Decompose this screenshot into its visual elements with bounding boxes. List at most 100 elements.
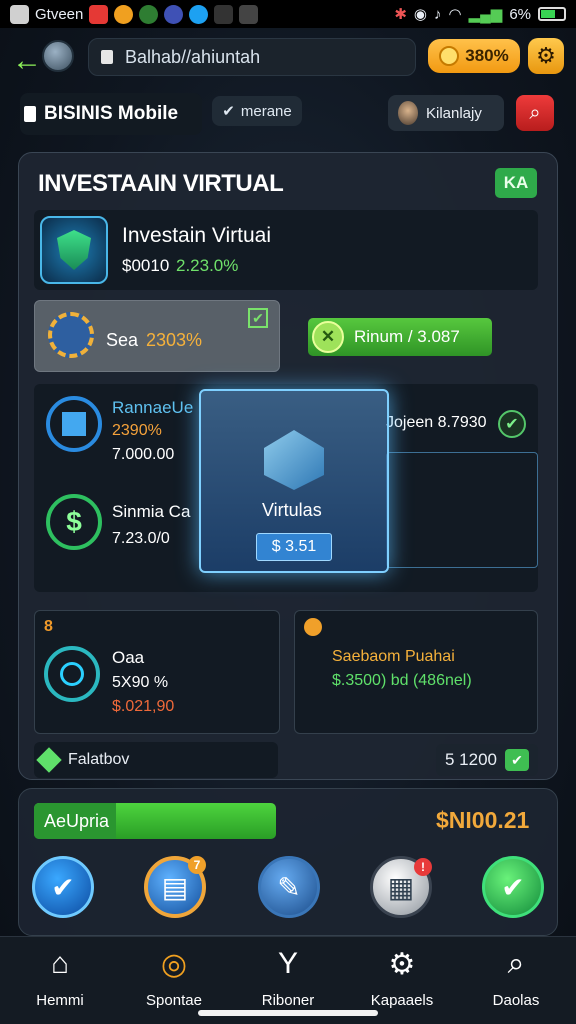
shield-icon (40, 216, 108, 284)
gear-icon: ⚙ (536, 43, 556, 68)
card-percent: 5X90 % (112, 674, 169, 691)
list-item-amount: 7.23.0/0 (112, 530, 170, 547)
mode-toggle[interactable]: ✔ merane (212, 96, 302, 126)
user-name: Kilanlajy (426, 104, 482, 122)
notify-blue-icon (164, 4, 184, 24)
alert-button[interactable]: ⌕ (516, 95, 554, 131)
coin-balance-button[interactable]: 380% (428, 39, 520, 73)
signal-icon: ▂▄▆ (468, 6, 503, 23)
overlay-price-button[interactable]: $ 3.51 (256, 533, 332, 561)
search-coin-icon: ◎ (160, 947, 188, 981)
alarm-icon: ◉ (413, 6, 428, 23)
magnifier-icon: ⌕ (507, 947, 525, 980)
mode-label: merane (240, 102, 292, 120)
list-item-percent: 2390% (112, 422, 162, 439)
dollar-ring-icon: $ (46, 494, 102, 550)
shield-action-icon[interactable]: ✔ (482, 856, 544, 918)
url-text: Balhab//ahiuntah (125, 46, 261, 67)
twitter-icon (189, 4, 209, 24)
nav-label: Daolas (492, 992, 540, 1009)
gear-icon: ⚙ (388, 947, 416, 981)
orange-dot-icon (304, 618, 322, 636)
slingshot-icon: Y (277, 947, 298, 980)
nav-item-riboner[interactable]: Y Riboner (240, 944, 336, 1014)
cube-ring-icon (46, 396, 102, 452)
back-arrow-icon[interactable]: ← (12, 44, 42, 78)
total-amount: $NI00.21 (436, 807, 530, 833)
coin-balance: 380% (465, 46, 509, 65)
cog-ring-icon (48, 312, 94, 358)
person-ring-icon (44, 646, 100, 702)
search-alert-icon: ⌕ (529, 101, 541, 124)
nav-item-daolas[interactable]: ⌕ Daolas (468, 944, 564, 1014)
notify-green-icon (139, 4, 159, 24)
notify-orange-icon (114, 4, 134, 24)
bluetooth-icon: ✱ (394, 6, 407, 23)
tiktok-icon (214, 4, 234, 24)
avatar[interactable] (42, 40, 74, 72)
panel-title: INVESTAAIN VIRTUAL (38, 170, 284, 197)
balance-value: 5 1200 (445, 750, 497, 769)
home-indicator[interactable] (198, 1010, 378, 1016)
settings-button[interactable]: ⚙ (528, 38, 564, 74)
mail-icon (89, 4, 109, 24)
alert-badge: ! (414, 858, 432, 876)
nav-label: Kapaaels (370, 992, 434, 1009)
url-bar[interactable]: Balhab//ahiuntah (88, 38, 416, 76)
card-amount: $.3500) bd (486nel) (332, 672, 472, 689)
cross-circle-icon: ✕ (312, 321, 344, 353)
premium-button[interactable]: ✕ Rinum / 3.087 (308, 318, 492, 356)
lock-icon (101, 50, 113, 64)
wifi-icon: ◠ (448, 6, 462, 23)
upgrade-label: AeUpria (34, 803, 116, 839)
premium-label: Rinum / 3.087 (354, 327, 460, 346)
card-number: 8 (44, 618, 53, 635)
status-app-name: Gtveen (35, 5, 84, 23)
shield-status-icon (239, 4, 259, 24)
list-item-amount: 7.000.00 (112, 446, 175, 463)
nav-label: Spontae (146, 992, 202, 1009)
balance-label: Falatbov (68, 751, 130, 768)
balance-pill[interactable]: 5 1200 ✔ (436, 744, 538, 776)
app-title: BISINIS Mobile (20, 93, 202, 135)
user-avatar (398, 101, 418, 125)
battery-icon (538, 7, 566, 21)
user-profile-button[interactable]: Kilanlajy (388, 95, 504, 131)
notification-badge: 7 (188, 856, 206, 874)
app-notification-icon (10, 4, 29, 24)
mute-icon: ♪ (434, 5, 442, 23)
status-bar: Gtveen ✱ ◉ ♪ ◠ ▂▄▆ 6% (0, 0, 576, 28)
product-price: $0010 (122, 256, 170, 275)
list-item-name[interactable]: RannaeUe (112, 398, 193, 418)
coin-icon (439, 46, 460, 66)
home-icon: ⌂ (50, 947, 70, 980)
list-item-name[interactable]: Sinmia Ca (112, 502, 190, 522)
card-name: Oaa (112, 648, 145, 667)
nav-item-kapaaels[interactable]: ⚙ Kapaaels (354, 944, 450, 1014)
nav-item-home[interactable]: ⌂ Hemmi (12, 944, 108, 1014)
panel-badge-button[interactable]: KA (495, 168, 537, 198)
right-row-text: Jojeen 8.7930 (386, 414, 487, 431)
check-icon: ✔ (505, 749, 529, 771)
sea-value: 2303% (146, 330, 203, 350)
check-icon: ✔ (222, 103, 235, 120)
card-amount: $.021,90 (112, 698, 175, 715)
product-change: 2.23.0% (176, 256, 239, 275)
diamond-icon (36, 747, 62, 773)
nav-item-spontae[interactable]: ◎ Spontae (126, 944, 222, 1014)
battery-text: 6% (509, 5, 531, 23)
nav-label: Hemmi (36, 992, 84, 1009)
document-icon (24, 106, 36, 122)
product-name: Investain Virtuai (122, 224, 272, 247)
sea-checkbox[interactable]: ✔ (248, 308, 268, 328)
pen-action-icon[interactable]: ✎ (258, 856, 320, 918)
check-circle-icon[interactable]: ✔ (498, 410, 526, 438)
overlay-label: Virtulas (262, 500, 322, 520)
card-name: Saebaom Puahai (332, 648, 455, 665)
nav-label: Riboner (261, 992, 315, 1009)
balance-row[interactable]: Falatbov (34, 742, 278, 778)
app-title-text: BISINIS Mobile (44, 103, 179, 124)
product-card[interactable] (34, 210, 538, 290)
check-action-icon[interactable]: ✔ (32, 856, 94, 918)
sea-label: Sea (106, 330, 139, 350)
